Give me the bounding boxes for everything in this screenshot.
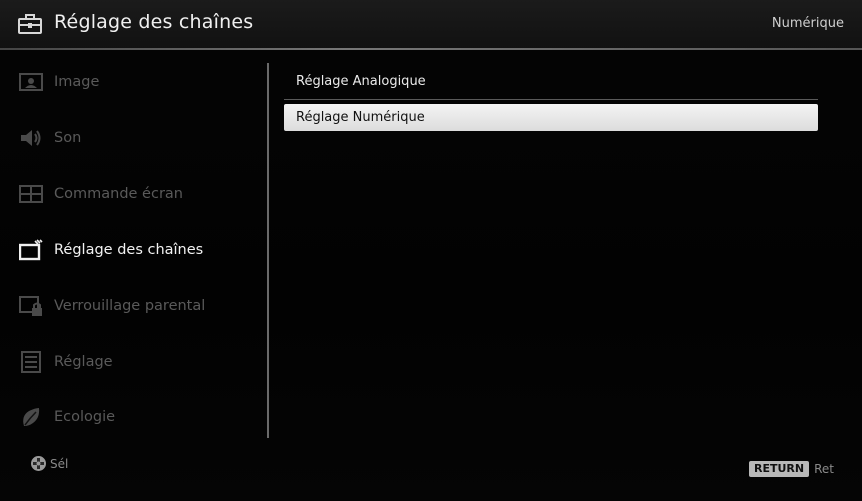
toolbox-icon xyxy=(18,14,42,34)
option-separator xyxy=(284,99,818,100)
sidebar-item-label: Verrouillage parental xyxy=(54,298,206,314)
select-hint: Sél xyxy=(31,455,68,472)
sidebar-item-settings[interactable]: Réglage xyxy=(0,342,262,382)
sidebar-item-eco[interactable]: Ecologie xyxy=(0,397,262,437)
parental-lock-icon xyxy=(19,296,42,316)
select-hint-label: Sél xyxy=(50,456,69,471)
channel-setup-icon xyxy=(19,239,43,261)
option-digital-setup[interactable]: Réglage Numérique xyxy=(284,104,818,131)
sidebar-item-parental-lock[interactable]: Verrouillage parental xyxy=(0,286,262,326)
eco-leaf-icon xyxy=(23,408,40,426)
settings-icon xyxy=(21,351,41,373)
sidebar-item-label: Commande écran xyxy=(54,186,183,202)
sidebar-divider xyxy=(267,63,269,438)
sidebar-item-channel-setup[interactable]: Réglage des chaînes xyxy=(0,230,262,270)
sidebar-item-label: Réglage xyxy=(54,354,113,370)
sidebar-item-screen-control[interactable]: Commande écran xyxy=(0,174,262,214)
menu-header: Réglage des chaînes Numérique xyxy=(0,0,862,49)
speaker-icon xyxy=(21,130,41,146)
return-hint-label: Ret xyxy=(814,461,834,476)
sidebar-item-image[interactable]: Image xyxy=(0,62,262,102)
tv-menu-screen: Réglage des chaînes Numérique Image Son xyxy=(0,0,862,501)
sidebar: Image Son Commande écran Réglage des cha… xyxy=(0,55,262,445)
header-divider xyxy=(0,48,862,50)
dpad-icon xyxy=(31,456,46,471)
image-icon xyxy=(19,73,43,91)
sidebar-item-label: Ecologie xyxy=(54,409,116,425)
return-hint: RETURN Ret xyxy=(749,460,834,477)
option-analog-setup[interactable]: Réglage Analogique xyxy=(284,68,818,95)
screen-control-icon xyxy=(19,185,43,203)
sidebar-item-sound[interactable]: Son xyxy=(0,118,262,158)
return-key-badge[interactable]: RETURN xyxy=(749,460,810,477)
option-label: Réglage Analogique xyxy=(296,74,426,89)
mode-indicator: Numérique xyxy=(771,16,844,31)
option-label: Réglage Numérique xyxy=(296,110,425,125)
sidebar-item-label: Son xyxy=(54,130,82,146)
page-title: Réglage des chaînes xyxy=(54,11,254,33)
sidebar-item-label: Réglage des chaînes xyxy=(54,242,204,258)
sidebar-item-label: Image xyxy=(54,74,100,90)
